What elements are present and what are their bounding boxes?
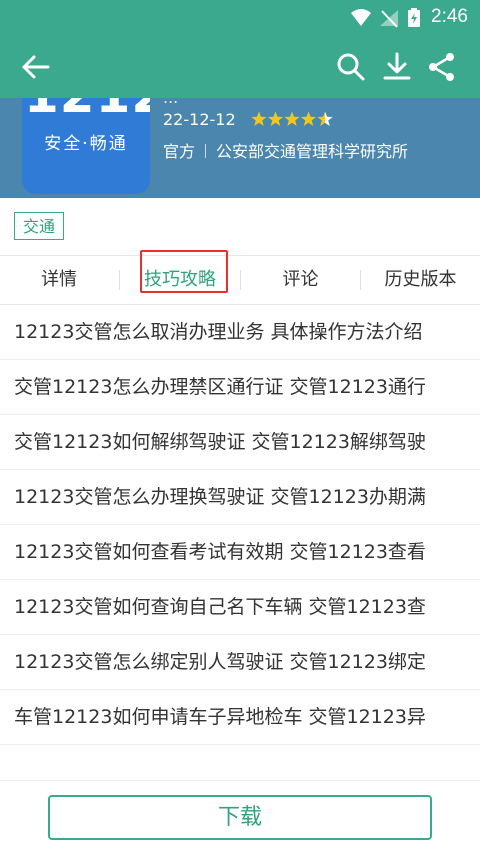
list-item[interactable]: 12123交管怎么绑定别人驾驶证 交管12123绑定 <box>0 635 480 690</box>
app-icon: 12123 安全·畅通 <box>22 98 150 194</box>
tab-comments[interactable]: 评论 <box>241 256 360 304</box>
tab-history-versions[interactable]: 历史版本 <box>361 256 480 304</box>
list-item[interactable]: 12123交管如何查询自己名下车辆 交管12123查 <box>0 580 480 635</box>
list-item[interactable]: 12123交管如何查看考试有效期 交管12123查看 <box>0 525 480 580</box>
meta-date-row: 22-12-12 <box>163 110 333 132</box>
back-arrow-icon[interactable] <box>18 49 54 85</box>
list-item[interactable]: 交管12123怎么办理禁区通行证 交管12123通行 <box>0 360 480 415</box>
no-signal-icon <box>378 8 400 32</box>
download-icon[interactable] <box>379 49 415 85</box>
app-icon-number: 12123 <box>24 98 150 124</box>
download-button[interactable]: 下载 <box>48 795 432 840</box>
meta-top-row: ... <box>163 98 178 107</box>
app-info-header: 12123 安全·畅通 ... 22-12-12 官方 公安部交通管理科学研究所 <box>0 98 480 198</box>
battery-charging-icon <box>407 8 421 32</box>
meta-publisher-row: 官方 公安部交通管理科学研究所 <box>163 138 408 162</box>
update-date: 22-12-12 <box>163 110 236 129</box>
app-bar <box>0 36 480 98</box>
meta-top-text: ... <box>163 98 178 107</box>
bottom-bar: 下载 <box>0 780 480 854</box>
status-bar: 2:46 <box>0 0 480 36</box>
category-tag[interactable]: 交通 <box>14 212 65 240</box>
list-item[interactable]: 车管12123如何申请车子异地检车 交管12123异 <box>0 690 480 745</box>
list-item[interactable]: 12123交管怎么办理换驾驶证 交管12123办期满 <box>0 470 480 525</box>
divider <box>205 144 207 158</box>
active-tab-highlight-box <box>140 250 228 293</box>
search-icon[interactable] <box>333 49 369 85</box>
publisher-name: 公安部交通管理科学研究所 <box>216 142 409 161</box>
tab-details[interactable]: 详情 <box>0 256 118 304</box>
wifi-icon <box>350 8 372 32</box>
clock: 2:46 <box>431 6 468 27</box>
article-list: 12123交管怎么取消办理业务 具体操作方法介绍 交管12123怎么办理禁区通行… <box>0 305 480 745</box>
app-icon-slogan: 安全·畅通 <box>44 134 128 154</box>
tab-bar: 详情 技巧攻略 评论 历史版本 <box>0 255 480 305</box>
list-item[interactable]: 12123交管怎么取消办理业务 具体操作方法介绍 <box>0 305 480 360</box>
list-item[interactable]: 交管12123如何解绑驾驶证 交管12123解绑驾驶 <box>0 415 480 470</box>
share-icon[interactable] <box>424 49 460 85</box>
publisher-type: 官方 <box>163 142 196 161</box>
rating-stars <box>251 111 333 132</box>
